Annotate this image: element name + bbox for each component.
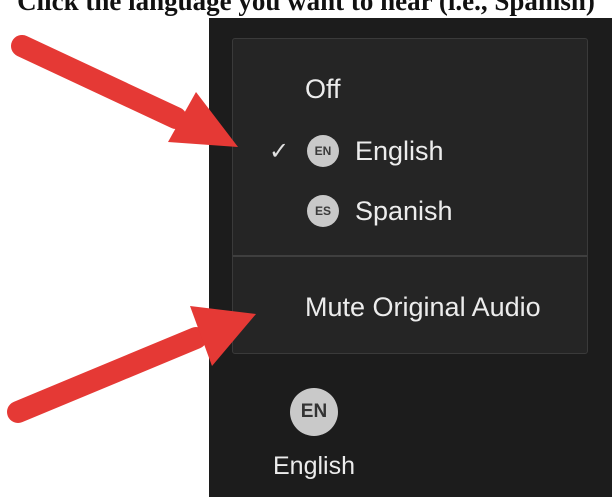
- red-arrow-icon: [11, 35, 238, 147]
- red-arrow-icon: [7, 306, 256, 423]
- annotation-arrows: [7, 35, 256, 423]
